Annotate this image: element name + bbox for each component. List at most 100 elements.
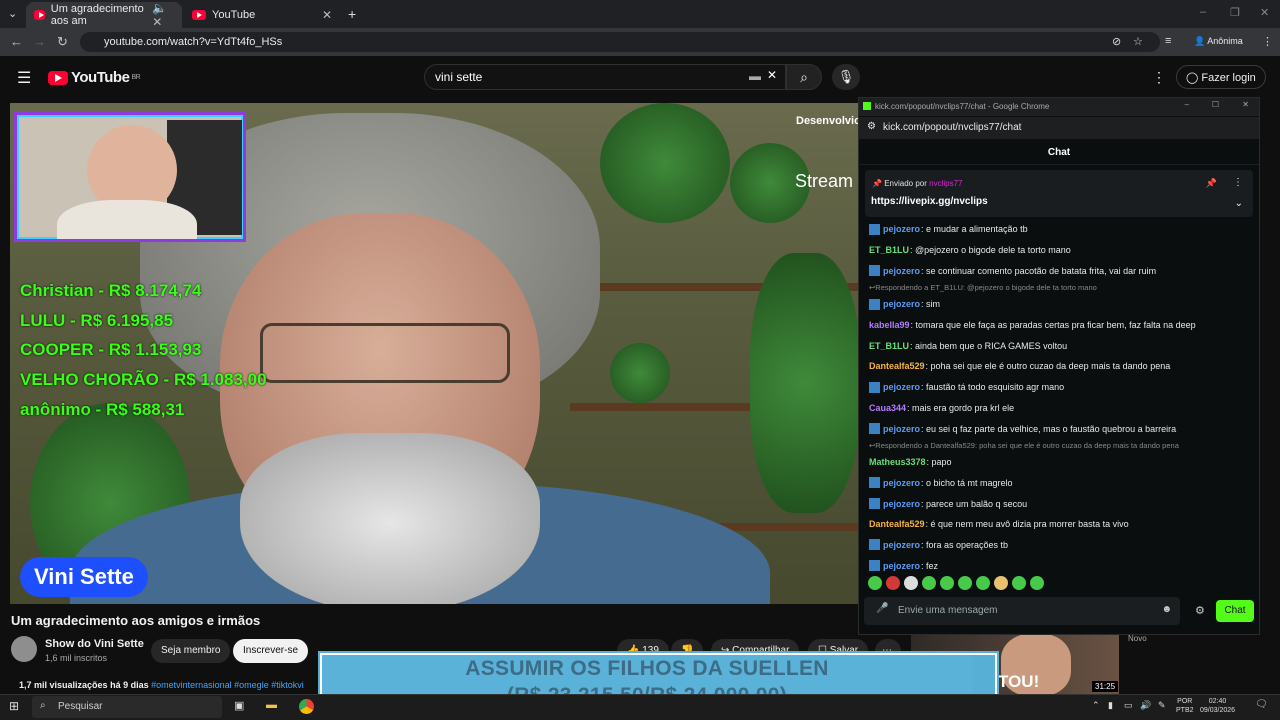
reply-text: Respondendo a ET_B1LU: @pejozero o bigod…: [875, 283, 1097, 293]
bookmark-star-icon[interactable]: ☆: [1133, 35, 1143, 48]
chat-username[interactable]: Caua344: [869, 403, 906, 413]
media-control-icon[interactable]: ≡: [1165, 35, 1171, 47]
chat-username[interactable]: Dantealfa529: [869, 519, 925, 529]
url-bar[interactable]: youtube.com/watch?v=YdTt4fo_HSs: [80, 32, 1160, 52]
pin-small-icon: 📌: [872, 179, 882, 188]
emote-icon[interactable]: [922, 576, 936, 590]
maximize-icon[interactable]: ❐: [1230, 6, 1240, 19]
chat-settings-icon[interactable]: ⚙: [1195, 604, 1205, 617]
taskbar-search[interactable]: ⌕ Pesquisar: [32, 696, 222, 718]
search-input[interactable]: vini sette ▬ ✕: [424, 64, 786, 90]
file-explorer-icon[interactable]: ▬: [266, 699, 277, 711]
hashtags[interactable]: #ometvinternasional #omegle #tiktokvi: [151, 680, 304, 690]
chat-reply-context: ↩ Respondendo a Dantealfa529: poha sei q…: [869, 439, 1251, 452]
incognito-profile[interactable]: 👤 Anônima: [1194, 36, 1243, 47]
login-button[interactable]: ◯ Fazer login: [1176, 65, 1266, 89]
emoji-picker-icon[interactable]: ☻: [1161, 604, 1172, 615]
pinned-link[interactable]: https://livepix.gg/nvclips: [871, 196, 988, 207]
pin-icon[interactable]: 📌: [1206, 178, 1217, 189]
join-button[interactable]: Seja membro: [151, 639, 231, 663]
reload-icon[interactable]: ↻: [57, 34, 68, 50]
emote-icon[interactable]: [1030, 576, 1044, 590]
voice-search-button[interactable]: 🎙: [832, 64, 860, 90]
emote-icon[interactable]: [958, 576, 972, 590]
chat-text: : fora as operações tb: [921, 539, 1009, 550]
chat-username[interactable]: pejozero: [883, 382, 920, 392]
pinned-message[interactable]: 📌 ⋮ ⌄: [865, 170, 1253, 217]
chat-maximize-icon[interactable]: ☐: [1212, 100, 1219, 109]
emote-icon[interactable]: [886, 576, 900, 590]
subscriber-badge-icon: [869, 381, 880, 393]
notification-icon[interactable]: 🗨: [1255, 699, 1268, 710]
chat-username[interactable]: pejozero: [883, 224, 920, 234]
tray-overflow-icon[interactable]: ⌃: [1092, 700, 1100, 711]
forward-icon[interactable]: →: [33, 34, 46, 49]
close-tab-icon[interactable]: 🔈 ✕: [152, 1, 174, 29]
chat-username[interactable]: Dantealfa529: [869, 361, 925, 371]
emote-icon[interactable]: [868, 576, 882, 590]
channel-name[interactable]: Show do Vini Sette: [45, 638, 144, 650]
network-icon[interactable]: ▭: [1124, 700, 1133, 711]
emote-icon[interactable]: [904, 576, 918, 590]
keyboard-icon[interactable]: ▬: [749, 69, 761, 83]
chrome-taskbar-icon[interactable]: [299, 699, 314, 714]
tab-title: Um agradecimento aos am: [50, 3, 144, 27]
chat-minimize-icon[interactable]: –: [1185, 100, 1189, 109]
chat-username[interactable]: pejozero: [883, 266, 920, 276]
chat-text: : poha sei que ele é outro cuzao da deep…: [925, 361, 1171, 372]
tab-search-icon[interactable]: ⌄: [8, 7, 17, 20]
clear-search-icon[interactable]: ✕: [767, 68, 777, 82]
settings-kebab-icon[interactable]: ⋮: [1152, 69, 1166, 86]
chat-username[interactable]: pejozero: [883, 540, 920, 550]
chat-username[interactable]: kabella99: [869, 320, 910, 330]
hamburger-menu-icon[interactable]: ☰: [17, 68, 31, 88]
pen-icon[interactable]: ✎: [1158, 700, 1166, 711]
chat-message-input[interactable]: 🎤 Envie uma mensagem ☻: [864, 597, 1180, 625]
windows-start-icon[interactable]: ⊞: [9, 699, 19, 713]
chat-reply-context: ↩ Respondendo a ET_B1LU: @pejozero o big…: [869, 281, 1251, 294]
chat-message: ET_B1LU: @pejozero o bigode dele ta tort…: [869, 240, 1251, 261]
chat-username[interactable]: pejozero: [883, 499, 920, 509]
pinned-menu-icon[interactable]: ⋮: [1233, 177, 1243, 188]
chat-close-icon[interactable]: ✕: [1242, 100, 1249, 109]
chat-username[interactable]: pejozero: [883, 424, 920, 434]
search-value: vini sette: [435, 70, 483, 84]
usb-icon[interactable]: ▮: [1108, 700, 1113, 711]
menu-kebab-icon[interactable]: ⋮: [1262, 35, 1273, 48]
search-button[interactable]: ⌕: [786, 64, 822, 90]
tab-video[interactable]: Um agradecimento aos am 🔈 ✕: [26, 1, 182, 29]
chat-username[interactable]: pejozero: [883, 299, 920, 309]
volume-icon[interactable]: 🔊: [1140, 700, 1151, 711]
pinned-username[interactable]: nvclips77: [929, 179, 962, 188]
chat-username[interactable]: ET_B1LU: [869, 245, 909, 255]
chat-message: pejozero: sim: [869, 294, 1251, 315]
close-tab-icon[interactable]: ✕: [322, 8, 332, 22]
close-window-icon[interactable]: ✕: [1260, 6, 1269, 19]
video-meta: 1,7 mil visualizações há 9 dias #ometvin…: [19, 680, 304, 690]
task-view-icon[interactable]: ▣: [234, 699, 244, 712]
chat-username[interactable]: pejozero: [883, 561, 920, 571]
microphone-icon[interactable]: 🎤: [876, 603, 888, 614]
emote-icon[interactable]: [976, 576, 990, 590]
chat-username[interactable]: ET_B1LU: [869, 341, 909, 351]
channel-avatar[interactable]: [11, 636, 37, 662]
tab-youtube[interactable]: YouTube ✕: [184, 2, 340, 28]
back-icon[interactable]: ←: [10, 34, 23, 49]
emote-icon[interactable]: [940, 576, 954, 590]
chat-username[interactable]: pejozero: [883, 478, 920, 488]
emote-icon[interactable]: [1012, 576, 1026, 590]
chat-username[interactable]: Matheus3378: [869, 457, 926, 467]
chat-send-button[interactable]: Chat: [1216, 600, 1254, 622]
emote-icon[interactable]: [994, 576, 1008, 590]
eye-off-icon[interactable]: ⊘: [1112, 35, 1121, 48]
chat-url-bar[interactable]: ⚙ kick.com/popout/nvclips77/chat: [859, 117, 1259, 139]
subscriber-badge-icon: [869, 223, 880, 235]
youtube-logo[interactable]: YouTube BR: [48, 69, 141, 86]
input-language[interactable]: POR PTB2: [1176, 697, 1194, 715]
minimize-icon[interactable]: –: [1200, 6, 1206, 18]
clock[interactable]: 02:40 09/03/2026: [1200, 697, 1235, 715]
expand-chevron-icon[interactable]: ⌄: [1235, 198, 1243, 209]
subscribe-button[interactable]: Inscrever-se: [233, 639, 309, 663]
new-tab-button[interactable]: +: [348, 6, 356, 22]
site-info-icon[interactable]: ⚙: [867, 121, 876, 132]
